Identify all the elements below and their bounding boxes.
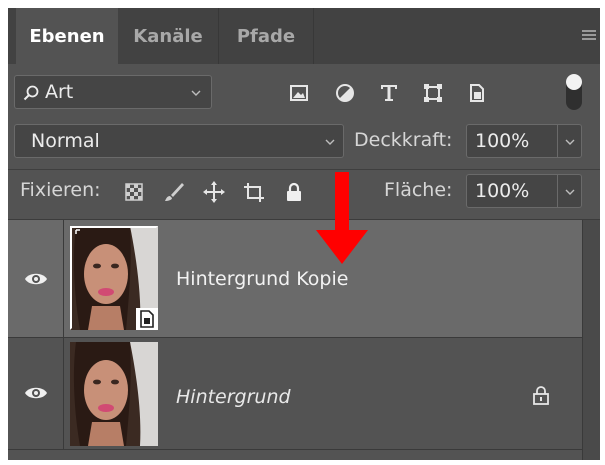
layer-thumbnail[interactable]: [70, 342, 158, 446]
panel-footer: [8, 450, 582, 460]
lock-position-icon[interactable]: [202, 180, 226, 204]
portrait-thumbnail-image: [70, 342, 158, 446]
layer-name[interactable]: Hintergrund: [176, 386, 291, 408]
chevron-down-icon: [565, 189, 575, 195]
type-layer-filter-icon[interactable]: [378, 82, 400, 104]
lock-transparent-pixels-icon[interactable]: [122, 180, 146, 204]
smart-object-icon: [136, 308, 158, 330]
layer-name[interactable]: Hintergrund Kopie: [176, 268, 348, 290]
panel-tab-bar: Ebenen Kanäle Pfade: [8, 8, 600, 64]
fill-dropdown-button[interactable]: [558, 174, 582, 208]
chevron-down-icon: [325, 139, 335, 145]
hamburger-menu-icon[interactable]: [582, 30, 596, 42]
shape-layer-filter-icon[interactable]: [422, 82, 444, 104]
lock-image-pixels-icon[interactable]: [162, 180, 186, 204]
fill-value: 100%: [475, 180, 530, 202]
eye-icon[interactable]: [24, 385, 48, 401]
smart-object-filter-icon[interactable]: [466, 82, 488, 104]
filter-kind-label: Art: [45, 81, 74, 103]
lock-label: Fixieren:: [20, 179, 101, 201]
adjustment-layer-filter-icon[interactable]: [334, 82, 356, 104]
visibility-column: [8, 220, 64, 337]
layer-row-hintergrund[interactable]: Hintergrund: [8, 338, 582, 450]
divider: [8, 169, 600, 170]
chevron-down-icon: [191, 90, 201, 96]
layer-filter-toggle[interactable]: [566, 74, 582, 110]
fill-label: Fläche:: [384, 179, 453, 201]
eye-icon[interactable]: [24, 271, 48, 287]
lock-icon[interactable]: [532, 385, 550, 405]
lock-artboard-icon[interactable]: [242, 180, 266, 204]
tab-ebenen[interactable]: Ebenen: [16, 8, 118, 64]
blend-mode-select[interactable]: Normal: [14, 124, 344, 158]
layer-thumbnail[interactable]: [70, 226, 158, 330]
opacity-input[interactable]: 100%: [466, 124, 558, 158]
search-icon: [23, 85, 39, 101]
red-down-arrow-annotation: [316, 172, 368, 264]
fill-input[interactable]: 100%: [466, 174, 558, 208]
layers-panel: Ebenen Kanäle Pfade Art Normal Deckkraft…: [8, 8, 600, 460]
opacity-label: Deckkraft:: [354, 129, 453, 151]
chevron-down-icon: [565, 139, 575, 145]
pixel-layer-filter-icon[interactable]: [288, 82, 310, 104]
scrollbar[interactable]: [582, 220, 600, 460]
opacity-dropdown-button[interactable]: [558, 124, 582, 158]
layer-filter-kind-select[interactable]: Art: [14, 75, 212, 109]
opacity-value: 100%: [475, 130, 530, 152]
blend-mode-value: Normal: [31, 130, 100, 152]
tab-kanaele[interactable]: Kanäle: [120, 8, 216, 64]
tab-pfade[interactable]: Pfade: [218, 8, 314, 64]
layer-row-hintergrund-kopie[interactable]: Hintergrund Kopie: [8, 220, 582, 338]
visibility-column: [8, 338, 64, 449]
lock-all-icon[interactable]: [282, 180, 306, 204]
